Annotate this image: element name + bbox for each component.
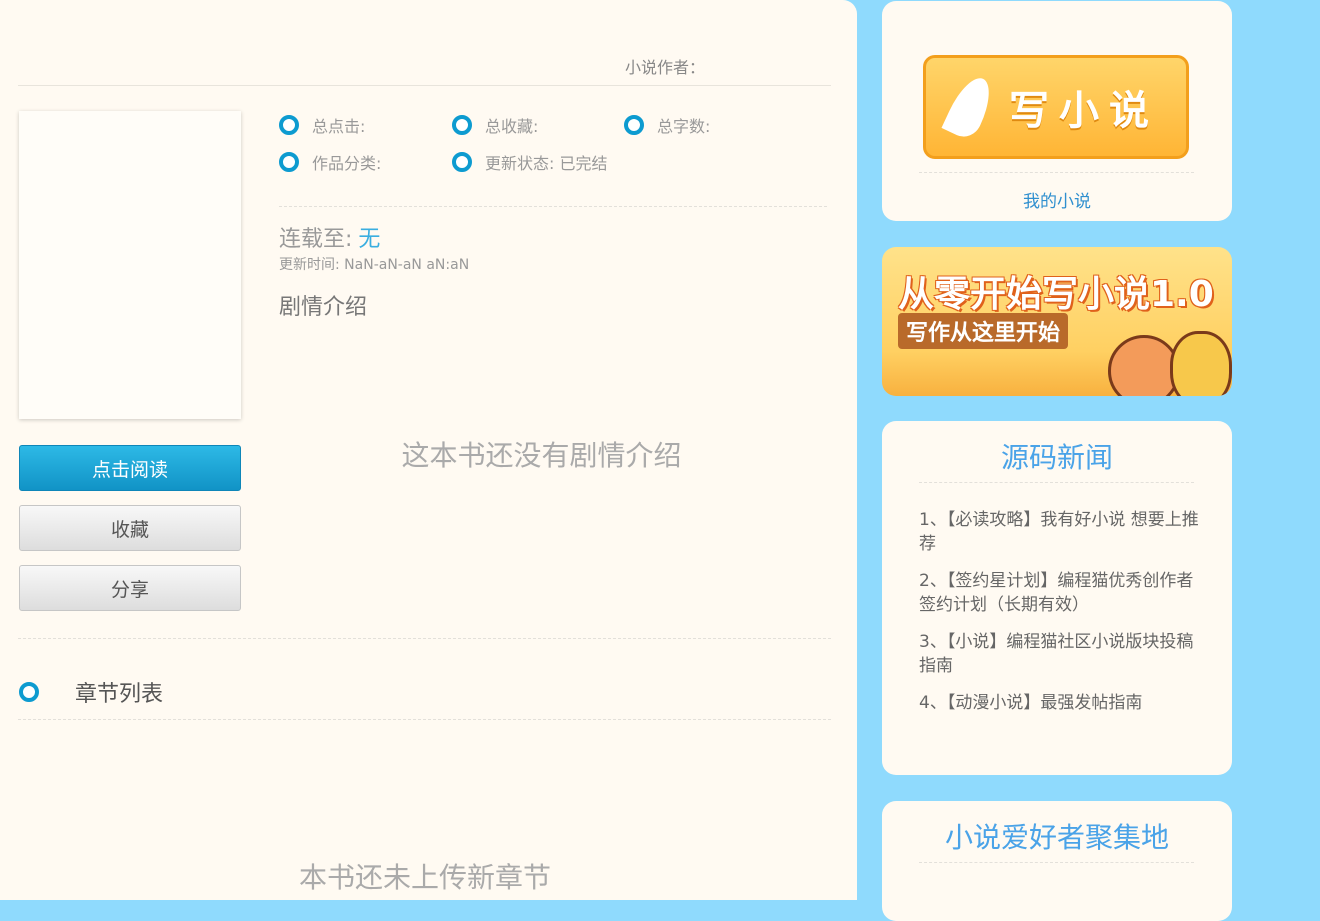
author-row: 小说作者： [18,40,831,86]
write-novel-card: 写小说 我的小说 [882,1,1232,221]
chapters-empty-message: 本书还未上传新章节 [298,861,551,894]
divider [919,482,1194,483]
stat-total-favorites: 总收藏: [452,113,538,137]
stat-word-count: 总字数: [624,113,710,137]
stat-category: 作品分类: [279,150,381,174]
promo-banner[interactable]: 从零开始写小说1.0 写作从这里开始 [882,247,1232,396]
bullet-icon [452,115,472,135]
my-novels-link[interactable]: 我的小说 [882,187,1232,212]
author-label: 小说作者： [625,58,706,77]
stat-update-status: 更新状态: 已完结 [452,150,607,174]
divider [18,638,831,639]
chapter-list-header: 章节列表 [19,676,163,708]
book-detail-panel: 小说作者： 点击阅读 收藏 分享 总点击: 总收藏: 总字数: 作品分类: 更新… [0,0,857,900]
bullet-icon [19,682,39,702]
share-button[interactable]: 分享 [19,565,241,611]
write-novel-label: 写小说 [1009,88,1159,134]
serialized-label: 连载至: [279,227,353,252]
bullet-icon [279,115,299,135]
favorite-button[interactable]: 收藏 [19,505,241,551]
bullet-icon [624,115,644,135]
tiger-mascot-icon [1170,331,1232,396]
fans-card: 小说爱好者聚集地 [882,801,1232,921]
news-list: 1、【必读攻略】我有好小说 想要上推荐 2、【签约星计划】编程猫优秀创作者签约计… [919,508,1199,728]
stat-label: 作品分类: [312,154,382,173]
plot-title: 剧情介绍 [279,295,368,320]
news-item[interactable]: 4、【动漫小说】最强发帖指南 [919,691,1199,715]
chapter-list-title: 章节列表 [75,682,164,707]
fans-title: 小说爱好者聚集地 [944,821,1169,854]
news-item[interactable]: 1、【必读攻略】我有好小说 想要上推荐 [919,508,1199,556]
book-cover[interactable] [19,111,241,419]
quill-icon [941,71,999,143]
stat-label: 总点击: [312,117,366,136]
news-title: 源码新闻 [1000,441,1113,474]
divider [919,172,1194,173]
divider [919,862,1194,863]
stat-label: 总字数: [657,117,711,136]
news-item[interactable]: 3、【小说】编程猫社区小说版块投稿指南 [919,630,1199,678]
news-item[interactable]: 2、【签约星计划】编程猫优秀创作者签约计划（长期有效） [919,569,1199,617]
write-novel-button[interactable]: 写小说 [923,55,1189,159]
update-time: 更新时间: NaN-aN-aN aN:aN [279,257,470,273]
read-button[interactable]: 点击阅读 [19,445,241,491]
latest-chapter-link[interactable]: 无 [358,227,380,252]
promo-subtitle: 写作从这里开始 [898,313,1069,349]
stat-label: 总收藏: [485,117,539,136]
stat-label: 更新状态: 已完结 [485,154,608,173]
divider [279,206,827,207]
bullet-icon [452,152,472,172]
promo-title: 从零开始写小说1.0 [898,274,1214,315]
plot-empty-message: 这本书还没有剧情介绍 [401,439,682,472]
serialized-to: 连载至: 无 [279,221,380,253]
news-card: 源码新闻 1、【必读攻略】我有好小说 想要上推荐 2、【签约星计划】编程猫优秀创… [882,421,1232,775]
bullet-icon [279,152,299,172]
stat-total-clicks: 总点击: [279,113,365,137]
divider [18,719,831,720]
